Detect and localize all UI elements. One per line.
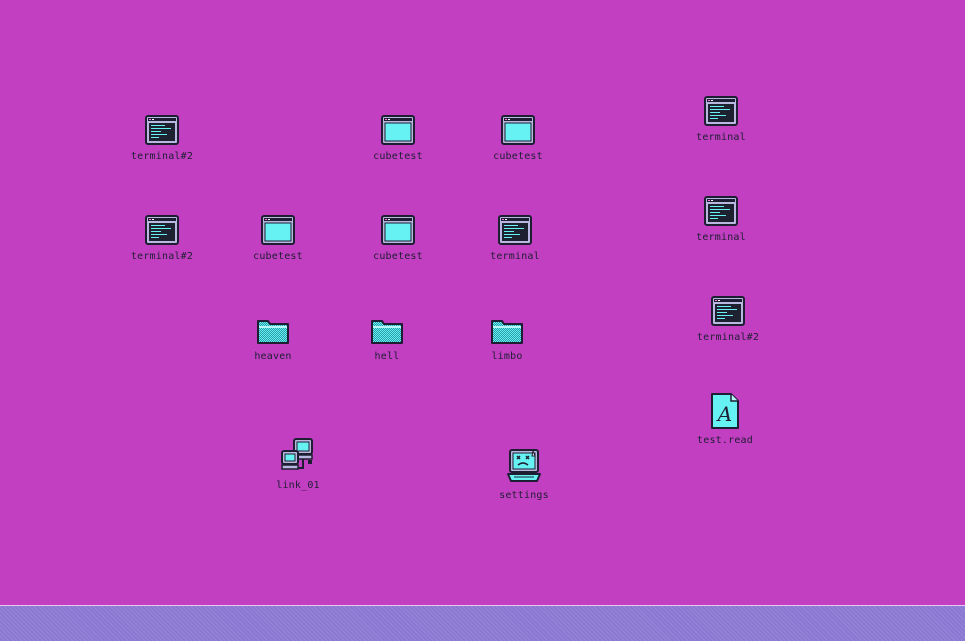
icon-label: heaven [254,351,292,362]
icon-label: terminal#2 [130,151,194,162]
desktop-icon-terminal-2[interactable]: terminal#2 [122,215,202,263]
terminal-icon [145,115,179,145]
desktop-icon-hell-folder[interactable]: hell [347,317,427,363]
desktop-icon-terminal-2[interactable]: terminal#2 [688,296,768,344]
terminal-icon [704,196,738,226]
desktop-icon-terminal[interactable]: terminal [475,215,555,263]
icon-label: hell [374,351,400,362]
desktop-icon-cubetest[interactable]: cubetest [238,215,318,263]
icon-label: link_01 [276,480,320,491]
folder-icon [491,320,523,344]
icon-label: cubetest [373,251,423,262]
desktop-icon-limbo-folder[interactable]: limbo [467,317,547,363]
window-icon [261,215,295,245]
network-icon [281,438,313,470]
icon-label: terminal [490,251,540,262]
desktop-icon-settings[interactable]: settings [484,448,564,502]
document-icon: A [711,393,739,429]
window-icon [381,115,415,145]
desktop-icon-heaven-folder[interactable]: heaven [233,317,313,363]
icon-label: terminal [696,232,746,243]
desktop-icon-cubetest[interactable]: cubetest [358,115,438,163]
icon-label: test.read [697,435,753,446]
window-icon [501,115,535,145]
terminal-icon [145,215,179,245]
desktop: terminal#2 cubetest cubetest terminal te… [0,0,965,605]
icon-label: settings [499,490,549,501]
settings-computer-icon [507,449,541,482]
desktop-icon-cubetest[interactable]: cubetest [358,215,438,263]
taskbar[interactable] [0,605,965,641]
desktop-icon-terminal-2[interactable]: terminal#2 [122,115,202,163]
icon-label: terminal#2 [696,332,760,343]
terminal-icon [711,296,745,326]
terminal-icon [704,96,738,126]
icon-label: terminal [696,132,746,143]
icon-label: cubetest [493,151,543,162]
icon-label: cubetest [253,251,303,262]
terminal-icon [498,215,532,245]
window-icon [381,215,415,245]
desktop-icon-cubetest[interactable]: cubetest [478,115,558,163]
desktop-icon-link-01[interactable]: link_01 [258,438,338,492]
folder-icon [371,320,403,344]
folder-icon [257,320,289,344]
desktop-icon-test-read[interactable]: A test.read [685,393,765,447]
icon-label: terminal#2 [130,251,194,262]
desktop-icon-terminal[interactable]: terminal [681,96,761,144]
desktop-icon-terminal[interactable]: terminal [681,196,761,244]
svg-text:A: A [716,402,732,426]
icon-label: limbo [491,351,523,362]
icon-label: cubetest [373,151,423,162]
